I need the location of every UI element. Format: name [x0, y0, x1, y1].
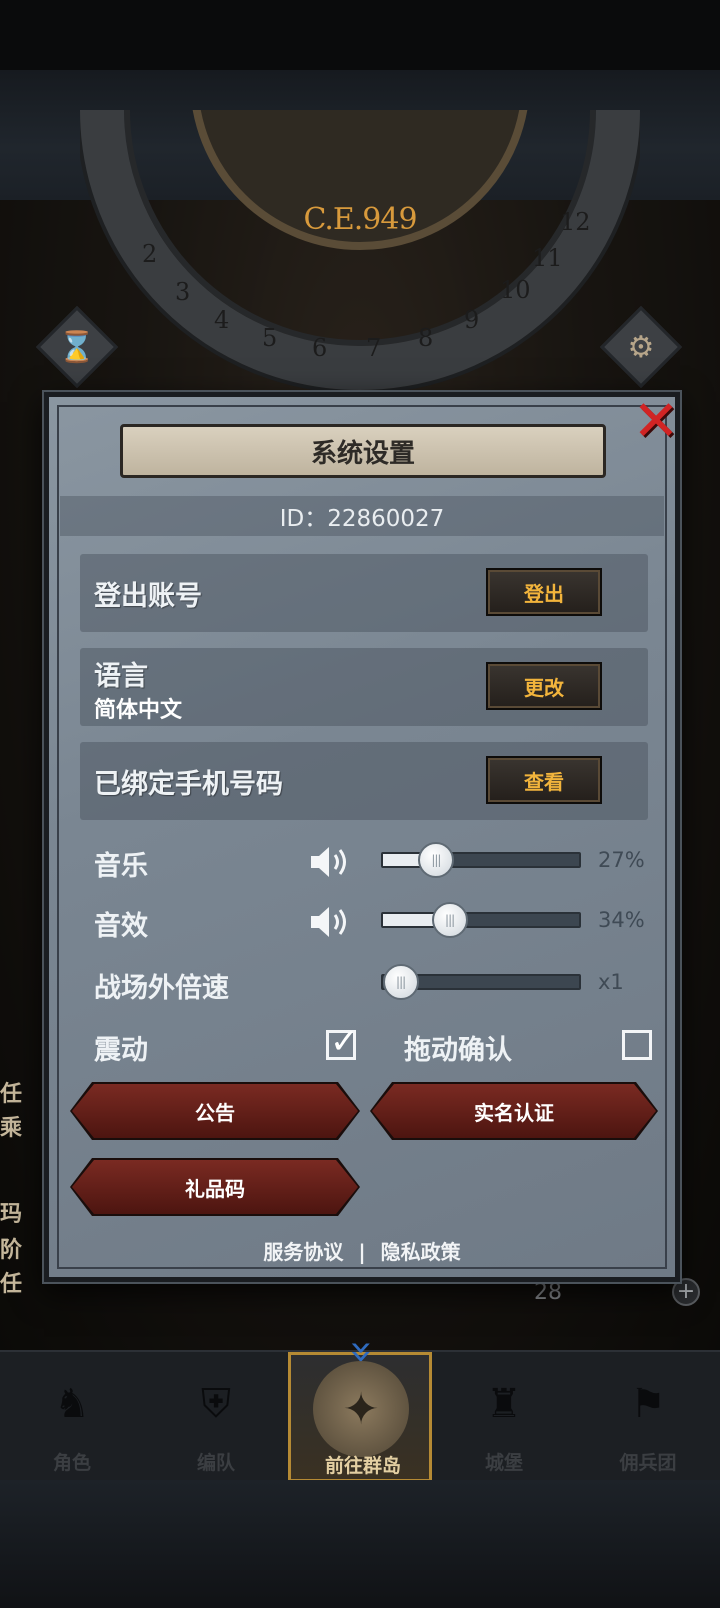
nav-label: 编队 — [196, 1452, 235, 1474]
close-icon[interactable]: ✕ — [626, 392, 686, 452]
gift-code-button[interactable]: 礼品码 — [72, 1160, 358, 1214]
speaker-icon[interactable] — [306, 902, 352, 942]
sfx-label: 音效 — [94, 911, 148, 942]
side-text-fragment: 阶 — [0, 1238, 23, 1263]
battle-speed-slider-knob[interactable]: ||| — [382, 964, 419, 1000]
logout-button[interactable]: 登出 — [486, 568, 602, 616]
side-text-fragment: 任 — [0, 1272, 23, 1297]
phone-row: 已绑定手机号码 查看 — [80, 742, 648, 820]
hourglass-icon: ⌛ — [58, 329, 96, 365]
vibration-label: 震动 — [94, 1035, 148, 1066]
player-id: ID：22860027 — [60, 496, 664, 536]
language-row: 语言 简体中文 更改 — [80, 648, 648, 726]
dial-number: 5 — [262, 324, 278, 352]
language-label: 语言 — [94, 661, 148, 692]
mercenary-icon: ⚑ — [630, 1381, 666, 1427]
gem-count: 28 — [534, 1280, 562, 1305]
real-name-verification-button[interactable]: 实名认证 — [372, 1084, 656, 1138]
helmet-icon: ⛨ — [201, 1381, 231, 1427]
vibration-checkbox[interactable]: ✓ — [326, 1025, 359, 1060]
speaker-icon[interactable] — [306, 842, 352, 882]
nav-label: 角色 — [52, 1452, 91, 1474]
status-bar-area — [0, 0, 720, 70]
dial-number: 9 — [464, 306, 480, 334]
side-text-fragment: 玛 — [0, 1202, 23, 1227]
battle-speed-slider[interactable]: ||| — [381, 964, 581, 1000]
drag-confirm-checkbox[interactable]: ✓ — [622, 1030, 652, 1060]
footer-separator: | — [358, 1240, 366, 1264]
logout-label: 登出账号 — [94, 581, 202, 612]
dial-number: 10 — [500, 276, 531, 304]
change-language-button[interactable]: 更改 — [486, 662, 602, 710]
checkmark-icon: ✓ — [330, 1022, 359, 1062]
gear-icon: ⚙ — [627, 329, 655, 365]
terms-of-service-link[interactable]: 服务协议 — [263, 1240, 343, 1264]
music-slider-knob[interactable]: ||| — [417, 842, 454, 878]
drag-confirm-label: 拖动确认 — [404, 1035, 512, 1066]
privacy-policy-link[interactable]: 隐私政策 — [381, 1240, 461, 1264]
current-language: 简体中文 — [94, 698, 183, 723]
phone-label: 已绑定手机号码 — [94, 769, 283, 800]
dial-number: 6 — [312, 334, 328, 362]
side-text-fragment: 任 — [0, 1082, 23, 1107]
logout-row: 登出账号 登出 — [80, 554, 648, 632]
bottom-band — [0, 1480, 720, 1608]
dialog-title: 系统设置 — [120, 424, 606, 478]
sfx-slider-knob[interactable]: ||| — [431, 902, 468, 938]
dial-number: 7 — [366, 334, 382, 362]
dial-number: 3 — [175, 278, 191, 306]
add-gems-icon[interactable]: + — [672, 1278, 700, 1306]
dial-number: 12 — [560, 208, 591, 236]
nav-label: 前往群岛 — [324, 1455, 401, 1477]
side-text-fragment: 乘 — [0, 1116, 23, 1141]
announcement-button[interactable]: 公告 — [72, 1084, 358, 1138]
nav-item-formation[interactable]: ⛨ 编队 — [144, 1352, 288, 1482]
dial-number: 11 — [532, 244, 563, 272]
sfx-value: 34% — [598, 908, 645, 932]
nav-item-characters[interactable]: ♞ 角色 — [0, 1352, 144, 1482]
nav-label: 城堡 — [484, 1452, 523, 1474]
dial-number: 8 — [418, 324, 434, 352]
year-label: C.E.949 — [303, 202, 417, 237]
knight-icon: ♞ — [54, 1381, 90, 1427]
music-label: 音乐 — [94, 851, 148, 882]
dial-number: 4 — [214, 306, 230, 334]
music-value: 27% — [598, 848, 645, 872]
sfx-slider[interactable]: ||| — [381, 902, 581, 938]
music-slider[interactable]: ||| — [381, 842, 581, 878]
nav-item-castle[interactable]: ♜ 城堡 — [432, 1352, 576, 1482]
double-chevron-down-icon: » — [339, 1339, 385, 1365]
battle-speed-value: x1 — [598, 970, 624, 994]
view-phone-button[interactable]: 查看 — [486, 756, 602, 804]
castle-icon: ♜ — [486, 1381, 522, 1427]
nav-item-mercenaries[interactable]: ⚑ 佣兵团 — [576, 1352, 720, 1482]
dial-number: 2 — [142, 240, 158, 268]
calendar-dial: C.E.949 2 3 4 5 6 7 8 9 10 11 12 — [80, 110, 640, 390]
footer-links: 服务协议 | 隐私政策 — [44, 1236, 680, 1265]
battle-speed-label: 战场外倍速 — [94, 973, 229, 1004]
nav-label: 佣兵团 — [619, 1452, 677, 1474]
